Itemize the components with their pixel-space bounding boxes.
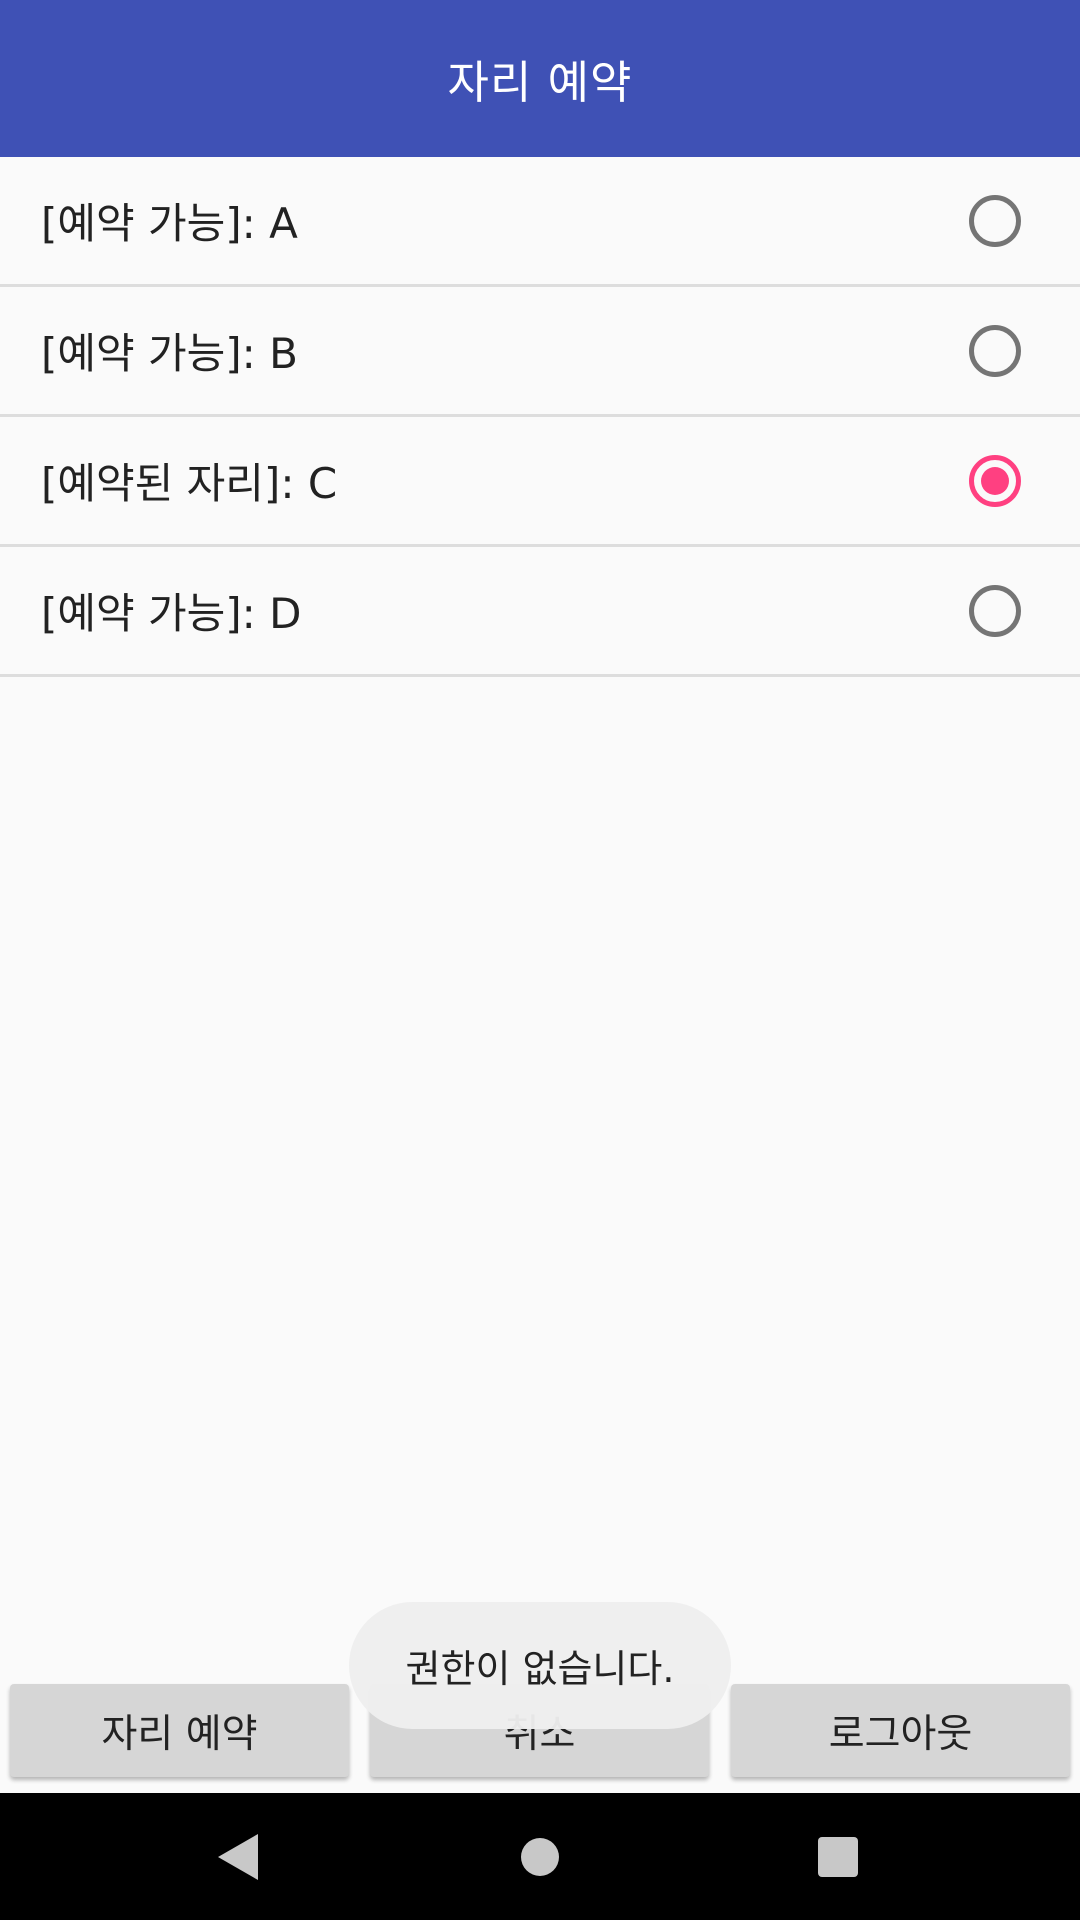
toast-text: 권한이 없습니다. xyxy=(405,1647,675,1691)
seat-row-c[interactable]: [예약된 자리]: C xyxy=(0,417,1080,547)
nav-recents-button[interactable] xyxy=(778,1793,898,1920)
recents-square-icon xyxy=(818,1836,858,1877)
seat-label: [예약 가능]: A xyxy=(41,199,298,248)
system-nav-bar xyxy=(0,1793,1080,1920)
seat-row-a[interactable]: [예약 가능]: A xyxy=(0,157,1080,287)
home-circle-icon xyxy=(521,1837,559,1876)
seat-row-d[interactable]: [예약 가능]: D xyxy=(0,547,1080,677)
reserve-button[interactable]: 자리 예약 xyxy=(10,1684,349,1777)
back-triangle-icon xyxy=(218,1833,258,1880)
nav-home-button[interactable] xyxy=(480,1793,600,1920)
seat-label: [예약된 자리]: C xyxy=(41,459,338,508)
seat-label: [예약 가능]: D xyxy=(41,589,302,638)
seat-label: [예약 가능]: B xyxy=(41,329,298,378)
seat-radio-b[interactable] xyxy=(969,324,1021,377)
seat-radio-c[interactable] xyxy=(969,454,1021,507)
toast-message: 권한이 없습니다. xyxy=(349,1602,731,1729)
seat-radio-a[interactable] xyxy=(969,194,1021,247)
logout-button[interactable]: 로그아웃 xyxy=(731,1684,1070,1777)
radio-dot-icon xyxy=(981,466,1009,495)
seat-row-b[interactable]: [예약 가능]: B xyxy=(0,287,1080,417)
seat-radio-d[interactable] xyxy=(969,584,1021,637)
app-bar: 자리 예약 xyxy=(0,0,1080,157)
nav-back-button[interactable] xyxy=(178,1793,298,1920)
seat-list: [예약 가능]: A [예약 가능]: B [예약된 자리]: C [예약 가능… xyxy=(0,157,1080,677)
app-title: 자리 예약 xyxy=(447,56,633,109)
